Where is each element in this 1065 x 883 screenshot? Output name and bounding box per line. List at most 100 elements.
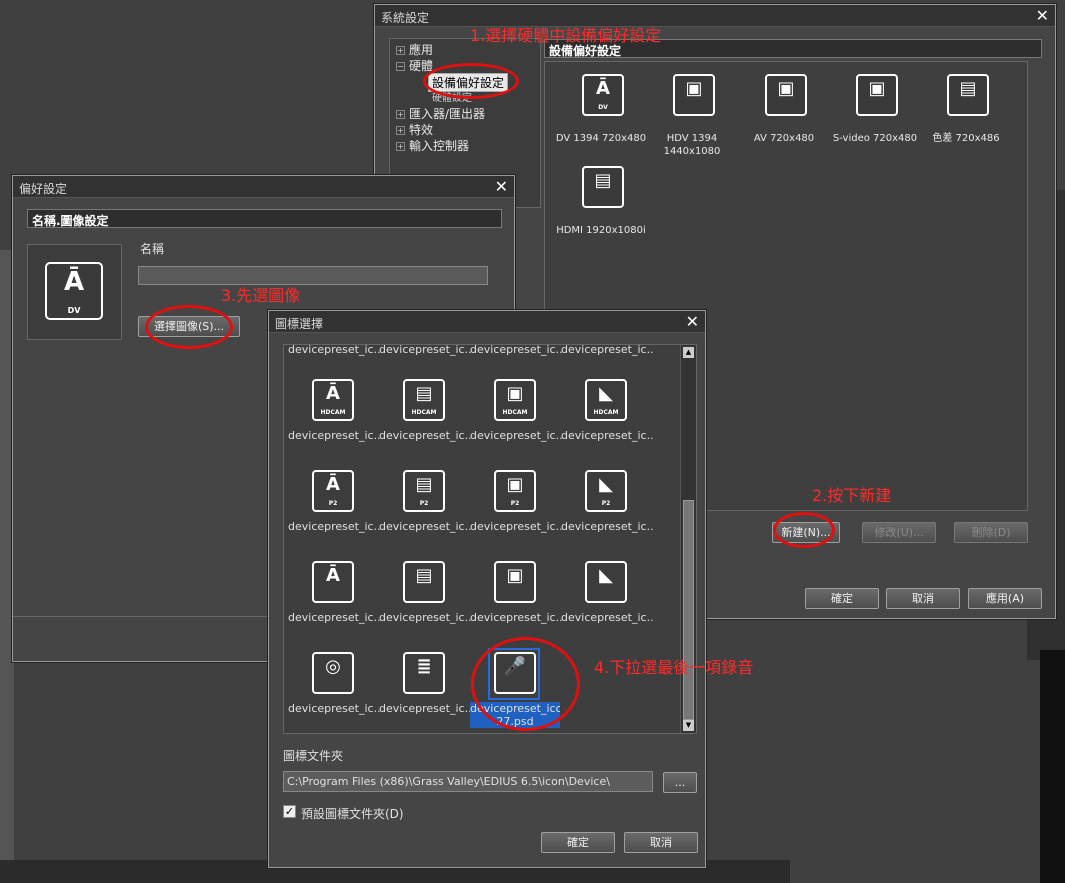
- icon-label: devicepreset_ic...: [379, 429, 471, 442]
- ok-button[interactable]: 確定: [541, 832, 615, 853]
- tree-item-input-controller[interactable]: + 輸入控制器: [396, 137, 469, 154]
- preset-label: HDV 1394 1440x1080: [663, 133, 721, 157]
- deck-icon[interactable]: ▤: [582, 166, 624, 208]
- icon-label: devicepreset_ic...: [470, 611, 562, 624]
- deck-icon[interactable]: ▤ HDCAM: [403, 379, 445, 421]
- window-title: 系統設定: [381, 11, 430, 25]
- cancel-button[interactable]: 取消: [886, 588, 960, 609]
- webcam-icon[interactable]: ◎: [312, 652, 354, 694]
- preset-label: HDMI 1920x1080i: [556, 225, 646, 236]
- preference-title: 偏好設定 ✕: [13, 176, 514, 198]
- camera-icon[interactable]: ◣ P2: [585, 470, 627, 512]
- icon-label: devicepreset_ic...: [288, 429, 380, 442]
- icon-label: devicepreset_ic...: [379, 344, 471, 356]
- default-folder-checkbox[interactable]: ✓: [283, 805, 296, 818]
- preset-label: AV 720x480: [753, 133, 815, 144]
- tree-label: 應用: [409, 43, 434, 57]
- tree-item-importer[interactable]: + 匯入器/匯出器: [396, 105, 485, 122]
- close-icon[interactable]: ✕: [495, 177, 508, 197]
- preset-label: DV 1394 720x480: [555, 133, 647, 144]
- dv-tower-icon[interactable]: Ā HDCAM: [312, 379, 354, 421]
- glyph: ▤: [959, 78, 977, 99]
- preview-frame: Ā DV: [27, 244, 122, 340]
- glyph: Ā: [596, 78, 610, 99]
- dv-tower-icon[interactable]: Ā DV: [582, 74, 624, 116]
- icon-label: devicepreset_ic...: [288, 611, 380, 624]
- icon-sub-label: HDCAM: [320, 409, 346, 416]
- browse-button[interactable]: ...: [663, 772, 697, 793]
- scroll-down-icon[interactable]: ▼: [683, 720, 694, 731]
- folder-path-field[interactable]: C:\Program Files (x86)\Grass Valley\EDIU…: [283, 771, 653, 792]
- deck-icon[interactable]: ▤: [947, 74, 989, 116]
- icon-sub-label: P2: [601, 500, 611, 507]
- glyph: ▣: [506, 383, 524, 404]
- tree-label: 匯入器/匯出器: [409, 107, 486, 121]
- glyph: ▤: [594, 170, 612, 191]
- tree-item-hardware[interactable]: − 硬體: [396, 57, 433, 74]
- tape-icon[interactable]: ▣: [765, 74, 807, 116]
- delete-button[interactable]: 刪除(D): [954, 522, 1028, 543]
- expand-icon: +: [396, 142, 405, 151]
- annotation-2: 2.按下新建: [812, 486, 892, 505]
- tape-icon[interactable]: ▣ P2: [494, 470, 536, 512]
- icon-label: devicepreset_ic...: [379, 520, 471, 533]
- expand-icon: +: [396, 46, 405, 55]
- icon-label: devicepreset_ic...: [470, 429, 562, 442]
- name-image-header: 名稱.圖像設定: [27, 209, 502, 228]
- icon-sub-label: P2: [419, 500, 429, 507]
- tape-icon[interactable]: ▣ HDCAM: [494, 379, 536, 421]
- glyph: ▣: [777, 78, 795, 99]
- glyph: ◣: [599, 474, 613, 495]
- tape-icon[interactable]: ▣: [494, 561, 536, 603]
- icon-label: devicepreset_ic...: [561, 429, 653, 442]
- icon-label: devicepreset_ic...: [470, 520, 562, 533]
- glyph: Ā: [326, 565, 340, 586]
- close-icon[interactable]: ✕: [686, 312, 699, 332]
- scroll-up-icon[interactable]: ▲: [683, 347, 694, 358]
- dv-tower-icon[interactable]: Ā: [312, 561, 354, 603]
- tape-icon[interactable]: ▣: [856, 74, 898, 116]
- preset-label: S-video 720x480: [832, 133, 918, 144]
- default-folder-label: 預設圖標文件夾(D): [301, 807, 404, 821]
- expand-icon: +: [396, 126, 405, 135]
- close-icon[interactable]: ✕: [1036, 6, 1049, 26]
- camera-icon[interactable]: ◣ HDCAM: [585, 379, 627, 421]
- tape-icon[interactable]: ▣: [673, 74, 715, 116]
- name-label: 名稱: [140, 242, 165, 256]
- glyph: ≣: [416, 656, 432, 677]
- folder-label: 圖標文件夾: [283, 749, 344, 763]
- collapse-icon: −: [396, 62, 405, 71]
- apply-button[interactable]: 應用(A): [968, 588, 1042, 609]
- annotation-circle-1: [423, 63, 519, 99]
- window-title: 偏好設定: [19, 182, 68, 196]
- tree-item-apply[interactable]: + 應用: [396, 41, 433, 58]
- modify-button[interactable]: 修改(U)...: [862, 522, 936, 543]
- scroll-thumb[interactable]: [683, 500, 694, 720]
- dv-tower-icon[interactable]: Ā P2: [312, 470, 354, 512]
- icon-sub-label: P2: [510, 500, 520, 507]
- server-icon[interactable]: ≣: [403, 652, 445, 694]
- cancel-button[interactable]: 取消: [624, 832, 698, 853]
- tree-label: 輸入控制器: [409, 139, 470, 153]
- icon-sub-label: P2: [328, 500, 338, 507]
- deck-icon[interactable]: ▤: [403, 561, 445, 603]
- icon-label: devicepreset_ic...: [288, 520, 380, 533]
- icon-sub-label: DV: [67, 306, 81, 315]
- icon-select-window: 圖標選擇 ✕ devicepreset_ic... devicepreset_ic.…: [268, 310, 706, 868]
- annotation-1: 1.選擇硬體中設備偏好設定: [470, 26, 662, 45]
- tree-item-effects[interactable]: + 特效: [396, 121, 433, 138]
- icon-sub-label: HDCAM: [411, 409, 437, 416]
- camera-icon[interactable]: ◣: [585, 561, 627, 603]
- tree-label: 特效: [409, 123, 434, 137]
- glyph: ▤: [415, 474, 433, 495]
- annotation-4: 4.下拉選最後一項錄音: [594, 658, 754, 677]
- glyph: ▣: [506, 474, 524, 495]
- glyph: ▣: [868, 78, 886, 99]
- window-title: 圖標選擇: [275, 317, 324, 331]
- icon-label: devicepreset_ic...: [379, 702, 471, 715]
- deck-icon[interactable]: ▤ P2: [403, 470, 445, 512]
- icon-label: devicepreset_ic...: [288, 344, 380, 356]
- icon-sub-label: HDCAM: [593, 409, 619, 416]
- ok-button[interactable]: 確定: [805, 588, 879, 609]
- name-field[interactable]: [138, 266, 488, 285]
